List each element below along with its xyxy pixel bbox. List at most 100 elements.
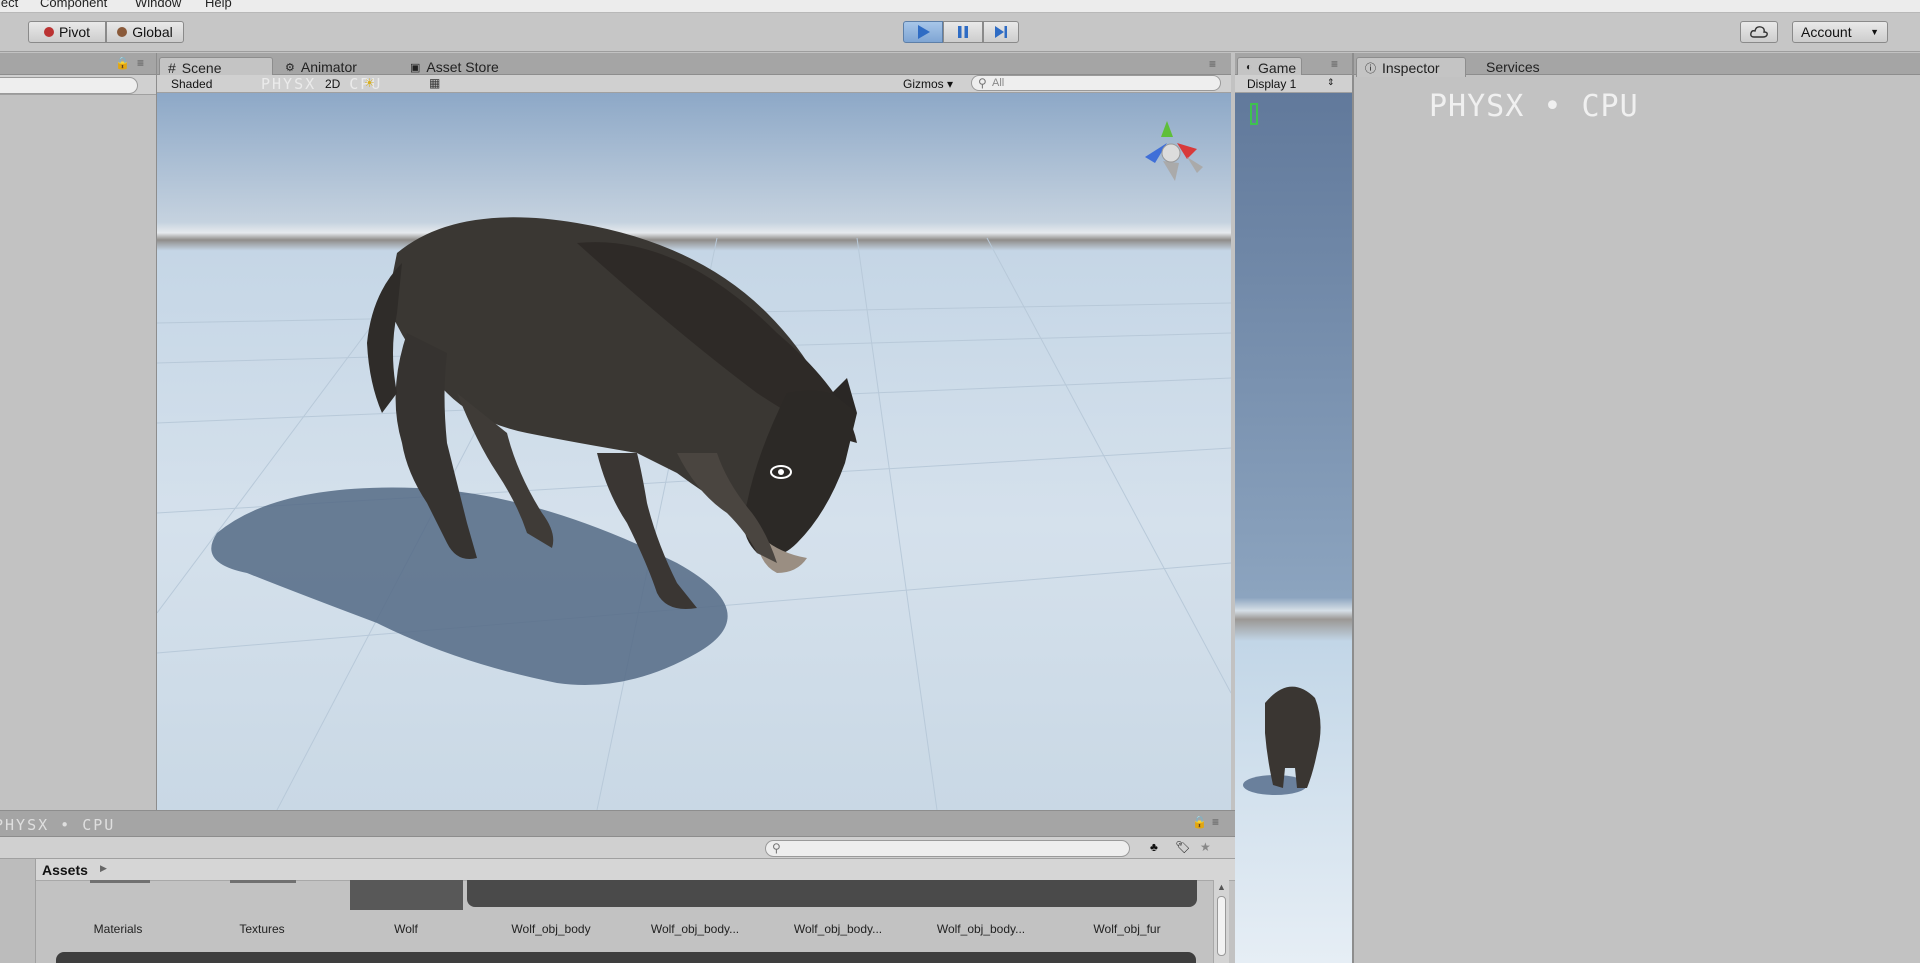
- menu-bar: ject Component Window Help: [0, 0, 1920, 13]
- image-effects-icon[interactable]: ▦: [429, 76, 440, 90]
- global-icon: [117, 27, 128, 37]
- cloud-icon: [1750, 26, 1768, 38]
- asset-item[interactable]: Wolf_obj_body...: [773, 922, 903, 936]
- menu-item-project[interactable]: ject: [0, 0, 18, 10]
- panel-menu-icon[interactable]: ≡: [137, 56, 144, 70]
- game-panel: ◐ Game ≡ Display 1 ⇕: [1235, 53, 1352, 963]
- menu-item-component[interactable]: Component: [40, 0, 107, 10]
- asset-item[interactable]: Materials: [53, 922, 183, 936]
- project-search-input[interactable]: ⚲: [765, 840, 1130, 857]
- scene-orientation-gizmo[interactable]: [1145, 121, 1203, 181]
- tab-inspector[interactable]: ⓘ Inspector: [1356, 57, 1466, 77]
- hierarchy-search-input[interactable]: [0, 77, 138, 94]
- panel-menu-icon[interactable]: ≡: [1331, 57, 1338, 71]
- asset-item[interactable]: Wolf_obj_body...: [630, 922, 760, 936]
- asset-item[interactable]: Wolf_obj_fur: [1062, 922, 1192, 936]
- panel-menu-icon[interactable]: ≡: [1209, 57, 1216, 71]
- hierarchy-tabbar: 🔒 ≡: [0, 53, 156, 75]
- tab-scene-label: Scene: [181, 59, 222, 76]
- chevron-down-icon: ▼: [1870, 27, 1879, 37]
- gizmos-dropdown[interactable]: Gizmos ▾: [903, 77, 953, 91]
- lock-icon[interactable]: 🔒: [115, 56, 130, 70]
- animator-icon: ⚙: [285, 61, 295, 74]
- game-controlbar: Display 1 ⇕: [1235, 75, 1352, 93]
- inspector-tabbar: ⓘ Inspector Services: [1354, 53, 1920, 77]
- breadcrumb-assets[interactable]: Assets: [42, 862, 88, 878]
- step-button[interactable]: [983, 21, 1019, 43]
- project-toolbar: ⚲ ♣ 🏷 ★: [0, 837, 1235, 859]
- hierarchy-searchbar: [0, 75, 156, 95]
- asset-item[interactable]: Wolf_obj_body: [486, 922, 616, 936]
- display-dropdown[interactable]: Display 1: [1247, 77, 1296, 91]
- step-icon: [995, 26, 1007, 38]
- search-icon: ⚲: [978, 76, 987, 90]
- lock-icon[interactable]: 🔒: [1192, 815, 1207, 829]
- tab-inspector-label: Inspector: [1382, 59, 1440, 76]
- pivot-button[interactable]: Pivot: [28, 21, 106, 43]
- asset-thumbnail[interactable]: [90, 880, 150, 883]
- hierarchy-panel: 🔒 ≡: [0, 53, 157, 810]
- game-render: [1243, 686, 1321, 795]
- grid-icon: #: [168, 59, 176, 76]
- scene-render: [157, 121, 1231, 810]
- project-tabbar: PHYSX • CPU 🔒 ≡: [0, 811, 1235, 837]
- project-folder-tree: [0, 859, 36, 963]
- tab-services[interactable]: Services: [1478, 57, 1548, 77]
- cloud-button[interactable]: [1740, 21, 1778, 43]
- pivot-label: Pivot: [58, 24, 91, 40]
- main-toolbar: Pivot Global Account ▼: [0, 13, 1920, 52]
- asset-thumbnail-row[interactable]: [56, 952, 1196, 963]
- scene-search-placeholder: All: [992, 77, 1005, 89]
- scene-viewport[interactable]: [157, 93, 1231, 810]
- tab-animator-label: Animator: [300, 59, 357, 75]
- game-viewport[interactable]: [1235, 93, 1352, 963]
- global-button[interactable]: Global: [106, 21, 184, 43]
- scene-panel: # Scene ⚙ Animator ▣ Asset Store ≡ Shade…: [157, 53, 1231, 810]
- breadcrumb: Assets ▶: [36, 859, 1235, 881]
- account-label: Account: [1801, 24, 1852, 40]
- asset-item[interactable]: Wolf: [341, 922, 471, 936]
- filter-type-icon[interactable]: ♣: [1150, 840, 1158, 854]
- asset-thumbnail[interactable]: [350, 880, 463, 910]
- asset-thumbnail-group[interactable]: [467, 880, 1197, 907]
- favorite-star-icon[interactable]: ★: [1200, 840, 1211, 854]
- tab-game[interactable]: ◐ Game: [1237, 57, 1302, 77]
- menu-item-window[interactable]: Window: [135, 0, 181, 10]
- chevron-updown-icon: ⇕: [1327, 77, 1335, 87]
- chevron-right-icon: ▶: [100, 863, 107, 873]
- filter-label-icon[interactable]: 🏷: [1175, 840, 1190, 854]
- store-icon: ▣: [410, 61, 421, 74]
- gizmos-label: Gizmos: [903, 77, 944, 91]
- scene-controlbar: Shaded PHYSX • CPU 2D ☀ ▦ Gizmos ▾ ⚲ All: [157, 75, 1231, 93]
- asset-scrollbar[interactable]: ▲: [1213, 880, 1229, 963]
- physx-overlay-text: PHYSX • CPU: [0, 816, 116, 834]
- asset-item[interactable]: Textures: [197, 922, 327, 936]
- tab-animator[interactable]: ⚙ Animator: [277, 57, 365, 77]
- mode-2d-toggle[interactable]: 2D: [325, 77, 340, 91]
- tab-scene[interactable]: # Scene: [159, 57, 273, 77]
- lighting-icon[interactable]: ☀: [364, 76, 375, 90]
- tab-services-label: Services: [1486, 59, 1540, 75]
- inspector-panel: ⓘ Inspector Services PHYSX • CPU: [1352, 53, 1920, 963]
- menu-item-help[interactable]: Help: [205, 0, 232, 10]
- scene-search-input[interactable]: ⚲ All: [971, 75, 1221, 91]
- game-icon: ◐: [1246, 62, 1253, 73]
- tab-asset-store-label: Asset Store: [426, 59, 499, 75]
- pause-button[interactable]: [943, 21, 983, 43]
- shading-mode-dropdown[interactable]: Shaded: [171, 77, 212, 91]
- tab-game-label: Game: [1258, 59, 1297, 76]
- play-button[interactable]: [903, 21, 943, 43]
- panel-menu-icon[interactable]: ≡: [1212, 815, 1219, 829]
- asset-thumbnail[interactable]: [230, 880, 296, 883]
- game-tabbar: ◐ Game ≡: [1235, 53, 1352, 77]
- physx-overlay-text: PHYSX • CPU: [1429, 89, 1639, 124]
- asset-item[interactable]: Wolf_obj_body...: [916, 922, 1046, 936]
- scroll-up-icon[interactable]: ▲: [1217, 882, 1226, 892]
- tab-asset-store[interactable]: ▣ Asset Store: [402, 57, 507, 77]
- info-icon: ⓘ: [1365, 62, 1376, 75]
- play-icon: [918, 25, 930, 39]
- pivot-icon: [43, 27, 54, 37]
- account-dropdown[interactable]: Account ▼: [1792, 21, 1888, 43]
- scrollbar-thumb[interactable]: [1217, 896, 1226, 956]
- physx-indicator: [1250, 103, 1258, 125]
